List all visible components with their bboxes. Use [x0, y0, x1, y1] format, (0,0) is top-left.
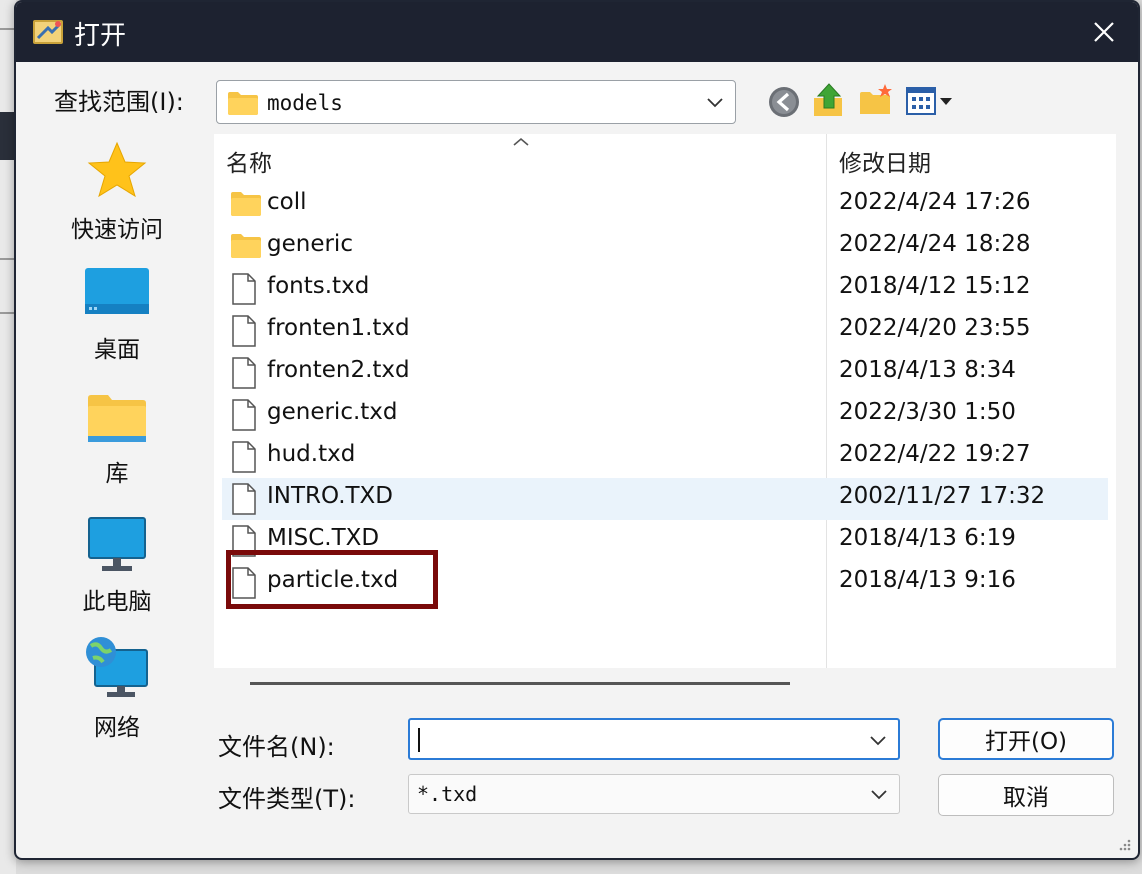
file-name: MISC.TXD — [267, 525, 380, 551]
file-name-input[interactable] — [408, 718, 900, 760]
place-label: 网络 — [94, 715, 140, 741]
file-type-value: *.txd — [417, 782, 478, 806]
file-type-dropdown[interactable]: *.txd — [408, 774, 900, 814]
place-quick-access[interactable]: 快速访问 — [42, 140, 192, 244]
computer-icon — [88, 517, 146, 571]
file-date: 2022/4/24 18:28 — [839, 231, 1031, 257]
file-name: INTRO.TXD — [267, 483, 394, 509]
chevron-down-icon[interactable] — [868, 733, 888, 747]
place-label: 快速访问 — [71, 217, 163, 243]
file-icon — [232, 399, 256, 431]
file-name: fronten1.txd — [267, 315, 410, 341]
place-label: 库 — [105, 461, 129, 487]
file-date: 2018/4/12 15:12 — [839, 273, 1031, 299]
back-arrow-icon[interactable] — [766, 84, 802, 120]
place-network[interactable]: 网络 — [42, 636, 192, 742]
file-name: fronten2.txd — [267, 357, 410, 383]
file-name: generic — [267, 231, 353, 257]
file-name: hud.txd — [267, 441, 356, 467]
chevron-down-icon — [707, 98, 723, 108]
file-row[interactable]: hud.txd 2022/4/22 19:27 — [222, 436, 1108, 478]
file-row[interactable]: fonts.txd 2018/4/12 15:12 — [222, 268, 1108, 310]
place-desktop[interactable]: 桌面 — [42, 266, 192, 364]
close-icon[interactable] — [1084, 12, 1124, 52]
file-name: generic.txd — [267, 399, 398, 425]
file-name-label: 文件名(N): — [218, 733, 335, 761]
title-bar[interactable]: 打开 — [16, 2, 1138, 62]
column-header-date[interactable]: 修改日期 — [839, 144, 931, 178]
place-label: 此电脑 — [82, 589, 152, 615]
file-icon — [232, 483, 256, 515]
folder-icon — [231, 192, 261, 216]
folder-icon — [231, 234, 261, 258]
file-row[interactable]: fronten2.txd 2018/4/13 8:34 — [222, 352, 1108, 394]
file-date: 2018/4/13 8:34 — [839, 357, 1016, 383]
file-date: 2022/4/24 17:26 — [839, 189, 1031, 215]
file-date: 2002/11/27 17:32 — [839, 483, 1046, 509]
desktop-icon — [85, 268, 149, 314]
chevron-down-icon — [871, 790, 887, 800]
up-folder-icon[interactable] — [812, 82, 846, 120]
open-file-dialog: 打开 查找范围(I): models 快速访问 桌面 库 此电脑 网络 名称 修… — [14, 0, 1140, 860]
file-row[interactable]: fronten1.txd 2022/4/20 23:55 — [222, 310, 1108, 352]
column-header-name[interactable]: 名称 — [226, 144, 272, 178]
folder-icon — [228, 92, 258, 115]
text-caret — [418, 728, 420, 752]
look-in-label: 查找范围(I): — [54, 88, 184, 116]
file-row[interactable]: INTRO.TXD 2002/11/27 17:32 — [222, 478, 1108, 520]
place-label: 桌面 — [94, 337, 140, 363]
file-row[interactable]: generic 2022/4/24 18:28 — [222, 226, 1108, 268]
view-menu-icon[interactable] — [904, 84, 956, 120]
sort-ascending-icon — [513, 137, 529, 146]
file-date: 2018/4/13 6:19 — [839, 525, 1016, 551]
file-date: 2022/4/22 19:27 — [839, 441, 1031, 467]
file-name: coll — [267, 189, 307, 215]
file-icon — [232, 315, 256, 347]
place-libraries[interactable]: 库 — [42, 392, 192, 488]
file-type-label: 文件类型(T): — [218, 785, 356, 813]
file-icon — [232, 441, 256, 473]
star-icon — [87, 141, 147, 198]
file-row[interactable]: generic.txd 2022/3/30 1:50 — [222, 394, 1108, 436]
file-row[interactable]: coll 2022/4/24 17:26 — [222, 184, 1108, 226]
open-button[interactable]: 打开(O) — [938, 718, 1114, 760]
resize-grip-icon[interactable] — [1116, 836, 1132, 852]
file-icon — [232, 273, 256, 305]
horizontal-scrollbar[interactable] — [250, 682, 790, 685]
file-date: 2022/4/20 23:55 — [839, 315, 1031, 341]
file-name: fonts.txd — [267, 273, 370, 299]
file-date: 2022/3/30 1:50 — [839, 399, 1016, 425]
cancel-button[interactable]: 取消 — [938, 774, 1114, 816]
annotation-highlight-box — [226, 550, 438, 609]
network-icon — [86, 637, 148, 697]
file-date: 2018/4/13 9:16 — [839, 567, 1016, 593]
look-in-value: models — [267, 91, 343, 115]
look-in-dropdown[interactable]: models — [216, 80, 736, 124]
place-this-pc[interactable]: 此电脑 — [42, 516, 192, 616]
dialog-title: 打开 — [74, 21, 127, 51]
library-folder-icon — [88, 395, 146, 442]
app-icon — [33, 20, 63, 44]
new-folder-icon[interactable] — [858, 82, 894, 118]
file-icon — [232, 357, 256, 389]
